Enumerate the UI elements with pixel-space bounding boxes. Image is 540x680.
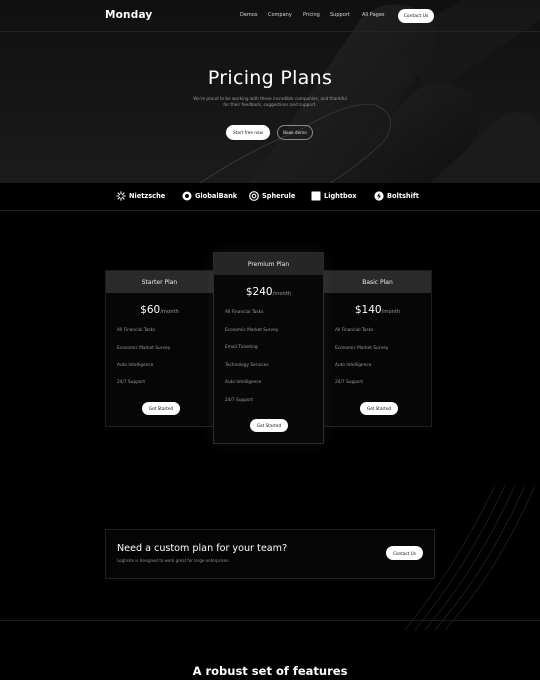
- start-free-button[interactable]: Start free now: [226, 125, 270, 140]
- brand-label: Lightbox: [324, 192, 357, 200]
- brand-label: Spherule: [262, 192, 296, 200]
- contact-us-button[interactable]: Contact Us: [386, 546, 423, 560]
- sunburst-icon: [116, 191, 126, 201]
- nav-link-demos[interactable]: Demos: [240, 12, 257, 18]
- nav-link-support[interactable]: Support: [330, 12, 350, 18]
- plan-feature: All Financial Tasks: [225, 310, 264, 315]
- plan-feature: Email Ticketing: [225, 345, 258, 350]
- price-amount: $140: [354, 304, 382, 316]
- price-period: /month: [272, 291, 292, 297]
- plan-feature: All Financial Tasks: [117, 328, 156, 333]
- hero-section: Monday Demos Company Pricing Support All…: [0, 0, 540, 183]
- plan-feature: 24/7 Support: [335, 380, 364, 385]
- plan-feature: 24/7 Support: [225, 398, 254, 403]
- brand-nietzsche: Nietzsche: [116, 191, 165, 201]
- brand-globalbank: GlobalBank: [182, 191, 237, 201]
- plan-price: $140/month: [324, 304, 431, 316]
- brand-label: Boltshift: [387, 192, 419, 200]
- get-started-button[interactable]: Get Started: [360, 402, 398, 415]
- box-icon: [311, 191, 321, 201]
- nav-link-pricing[interactable]: Pricing: [303, 12, 320, 18]
- contact-us-button[interactable]: Contact Us: [398, 9, 434, 23]
- nav-link-all-pages[interactable]: All Pages: [362, 12, 385, 18]
- price-period: /month: [160, 309, 179, 315]
- sphere-icon: [249, 191, 259, 201]
- plan-name: Basic Plan: [324, 271, 431, 293]
- plan-price: $240/month: [214, 286, 323, 298]
- bolt-icon: [374, 191, 384, 201]
- plan-feature: Economic Market Survey: [117, 346, 171, 351]
- globe-icon: [182, 191, 192, 201]
- price-amount: $60: [140, 304, 161, 316]
- brand-boltshift: Boltshift: [374, 191, 419, 201]
- brand-lightbox: Lightbox: [311, 191, 357, 201]
- custom-plan-title: Need a custom plan for your team?: [117, 543, 288, 554]
- price-period: /month: [381, 309, 401, 315]
- plan-feature: Auto Intelligence: [335, 363, 372, 368]
- plan-feature: Auto Intelligence: [225, 380, 262, 385]
- section-divider: [0, 620, 540, 621]
- plan-name: Starter Plan: [106, 271, 213, 293]
- pricing-card-basic: Basic Plan $140/month All Financial Task…: [323, 270, 432, 427]
- nav-divider: [0, 31, 540, 32]
- brand-spherule: Spherule: [249, 191, 295, 201]
- brand-logo-bar: Nietzsche GlobalBank Spherule Lightbox B…: [0, 183, 540, 211]
- custom-plan-banner: Need a custom plan for your team? Logtis…: [105, 529, 435, 579]
- plan-feature: Economic Market Survey: [335, 346, 389, 351]
- get-started-button[interactable]: Get Started: [250, 419, 288, 432]
- pricing-card-premium: Premium Plan $240/month All Financial Ta…: [213, 252, 324, 444]
- nav-link-company[interactable]: Company: [268, 12, 292, 18]
- plan-price: $60/month: [106, 304, 213, 316]
- get-started-button[interactable]: Get Started: [142, 402, 180, 415]
- features-heading: A robust set of features: [192, 664, 348, 678]
- price-amount: $240: [245, 286, 273, 298]
- hero-subtitle: We're proud to be working with these inc…: [193, 96, 347, 107]
- plan-feature: All Financial Tasks: [335, 328, 374, 333]
- book-demo-button[interactable]: Book demo: [277, 125, 313, 140]
- site-logo[interactable]: Monday: [105, 9, 152, 21]
- pricing-card-starter: Starter Plan $60/month All Financial Tas…: [105, 270, 214, 427]
- top-navigation: Monday Demos Company Pricing Support All…: [0, 0, 540, 32]
- plan-name: Premium Plan: [214, 253, 323, 275]
- brand-label: GlobalBank: [195, 192, 238, 200]
- brand-label: Nietzsche: [129, 192, 166, 200]
- plan-feature: Economic Market Survey: [225, 328, 279, 333]
- page-title: Pricing Plans: [207, 67, 333, 89]
- plan-feature: Technology Services: [225, 363, 269, 368]
- plan-feature: Auto Intelligence: [117, 363, 154, 368]
- custom-plan-subtitle: Logtisite is designed to work great for …: [117, 558, 230, 563]
- plan-feature: 24/7 Support: [117, 380, 146, 385]
